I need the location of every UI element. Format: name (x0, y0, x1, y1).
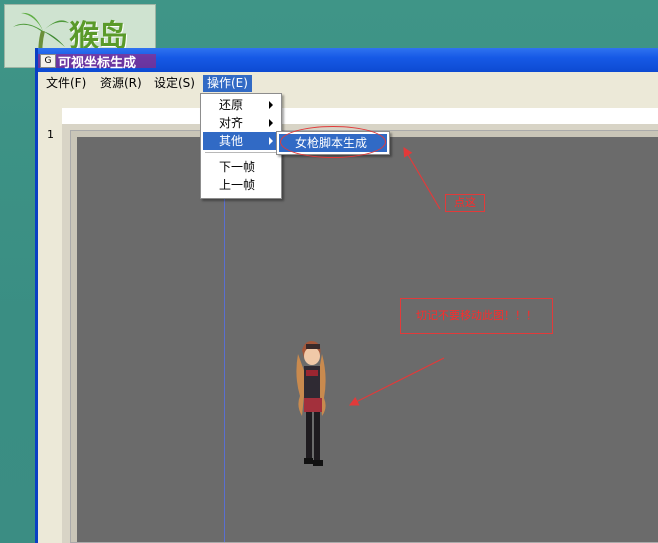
highlight-ellipse (280, 126, 386, 158)
menu-separator (205, 152, 277, 153)
warning-note: 切记不要移动此图！！！ (400, 298, 553, 334)
character-sprite[interactable] (292, 336, 332, 474)
click-here-note: 点这 (445, 194, 485, 212)
canvas-border (70, 130, 658, 543)
app-icon[interactable]: G (40, 54, 56, 68)
menu-item-label: 上一帧 (219, 178, 256, 192)
window-title: 可视坐标生成 (58, 56, 137, 71)
menu-settings[interactable]: 设定(S) (150, 75, 199, 92)
menu-item-label: 还原 (219, 98, 244, 112)
row-number: 1 (47, 128, 54, 141)
menu-item-other[interactable]: 其他 (203, 132, 279, 150)
editor-canvas[interactable] (77, 137, 658, 542)
app-window: G 可视坐标生成 文件(F) 资源(R) 设定(S) 操作(E) 1 (35, 48, 658, 543)
menu-bar: 文件(F) 资源(R) 设定(S) 操作(E) (38, 72, 658, 94)
menu-item-prev-frame[interactable]: 上一帧 (203, 176, 279, 194)
menu-item-align[interactable]: 对齐 (203, 114, 279, 132)
submenu-arrow-icon (269, 101, 273, 109)
submenu-arrow-icon (269, 137, 273, 145)
operation-dropdown-menu: 还原 对齐 其他 下一帧 上一帧 (200, 93, 282, 199)
menu-resource[interactable]: 资源(R) (96, 75, 146, 92)
menu-item-next-frame[interactable]: 下一帧 (203, 158, 279, 176)
submenu-arrow-icon (269, 119, 273, 127)
timeline-strip (62, 108, 658, 124)
title-bar[interactable]: G 可视坐标生成 (38, 48, 658, 72)
menu-file[interactable]: 文件(F) (42, 75, 90, 92)
menu-item-label: 其他 (219, 134, 244, 148)
menu-item-restore[interactable]: 还原 (203, 96, 279, 114)
menu-operation[interactable]: 操作(E) (203, 75, 252, 92)
menu-item-label: 对齐 (219, 116, 244, 130)
canvas-frame (62, 124, 658, 543)
menu-item-label: 下一帧 (219, 160, 256, 174)
